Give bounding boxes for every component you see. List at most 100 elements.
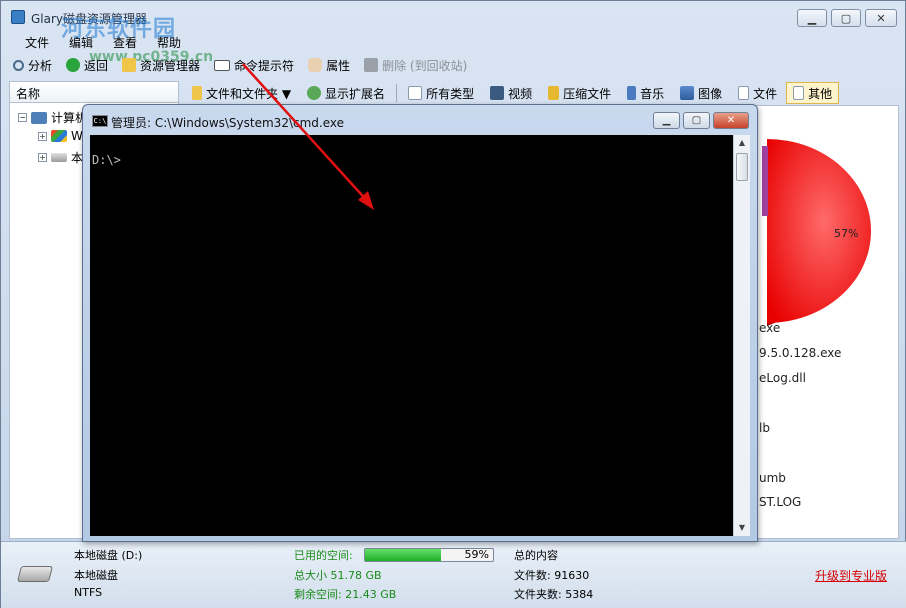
console-prompt: D:\> xyxy=(92,153,121,167)
blank-page-icon xyxy=(793,86,805,100)
trash-icon xyxy=(364,58,379,72)
file-list-item[interactable]: eLog.dll xyxy=(759,371,806,385)
back-arrow-icon xyxy=(66,58,81,72)
extension-icon xyxy=(307,86,322,100)
all-files-icon xyxy=(408,86,423,100)
cmd-minimize-button[interactable]: ▁ xyxy=(653,112,680,129)
maximize-button[interactable]: ▢ xyxy=(831,9,861,27)
show-extension-label: 显示扩展名 xyxy=(325,86,386,101)
filter-label: 压缩文件 xyxy=(563,86,612,101)
file-list-item[interactable]: lb xyxy=(759,421,770,435)
properties-button[interactable]: 属性 xyxy=(302,54,356,76)
menu-help[interactable]: 帮助 xyxy=(147,31,191,53)
free-space: 剩余空间: 21.43 GB xyxy=(294,588,397,601)
folder-search-icon xyxy=(122,58,137,72)
back-button[interactable]: 返回 xyxy=(60,54,114,76)
analyze-label: 分析 xyxy=(28,58,53,73)
analyze-button[interactable]: 分析 xyxy=(7,54,58,76)
show-extension-button[interactable]: 显示扩展名 xyxy=(300,82,392,104)
filter-document[interactable]: 文件 xyxy=(731,82,784,104)
cmd-window-controls: ▁ ▢ ✕ xyxy=(653,112,749,129)
minimize-button[interactable]: ▁ xyxy=(797,9,827,27)
computer-icon xyxy=(31,111,47,124)
pie-slice-accent xyxy=(762,146,768,216)
hard-drive-icon xyxy=(51,153,67,162)
filter-label: 图像 xyxy=(698,86,723,101)
console-icon: C:\ xyxy=(92,115,108,127)
scroll-up-icon[interactable]: ▲ xyxy=(734,135,750,151)
window-controls: ▁ ▢ ✕ xyxy=(797,9,897,27)
hand-icon xyxy=(308,58,323,72)
cmd-label: 命令提示符 xyxy=(234,58,295,73)
filter-video[interactable]: 视频 xyxy=(483,82,539,104)
total-size: 总大小 51.78 GB xyxy=(294,569,382,582)
separator xyxy=(396,84,398,102)
file-list-item[interactable]: exe xyxy=(759,321,780,335)
file-list-item[interactable]: umb xyxy=(759,471,786,485)
document-icon xyxy=(738,86,750,100)
menu-edit[interactable]: 编辑 xyxy=(59,31,103,53)
filter-label: 其他 xyxy=(808,86,833,101)
tree-item-drive-c[interactable]: + W xyxy=(38,129,83,143)
files-folders-dropdown[interactable]: 文件和文件夹 ▼ xyxy=(185,82,298,104)
filter-music[interactable]: 音乐 xyxy=(620,82,671,104)
filter-other[interactable]: 其他 xyxy=(786,82,840,104)
magnifier-icon xyxy=(13,59,24,71)
tree-item-computer[interactable]: − 计算机 xyxy=(18,109,87,126)
files-folders-label: 文件和文件夹 ▼ xyxy=(206,86,292,101)
back-label: 返回 xyxy=(84,58,109,73)
used-space-bar: 59% xyxy=(364,548,494,562)
used-space-label: 已用的空间: xyxy=(294,549,353,562)
file-list-item[interactable]: 9.5.0.128.exe xyxy=(759,346,841,360)
title-bar[interactable]: Glary磁盘资源管理器 ▁ ▢ ✕ xyxy=(1,1,905,31)
picture-icon xyxy=(680,86,695,100)
console-output[interactable]: D:\> xyxy=(90,135,733,536)
delete-label: 删除 (到回收站) xyxy=(382,58,468,73)
file-list-item[interactable]: ST.LOG xyxy=(759,495,801,509)
used-space-fill xyxy=(365,549,441,561)
file-system: NTFS xyxy=(74,586,103,599)
summary-title: 总的内容 xyxy=(514,549,558,562)
collapse-icon[interactable]: − xyxy=(18,113,27,122)
toolbar: 分析 返回 资源管理器 命令提示符 属性 删除 (到回收站) xyxy=(1,53,905,77)
tree-column-header[interactable]: 名称 xyxy=(9,81,179,103)
hard-drive-icon xyxy=(17,566,53,582)
filter-label: 视频 xyxy=(508,86,533,101)
filter-label: 所有类型 xyxy=(426,86,475,101)
scroll-down-icon[interactable]: ▼ xyxy=(734,520,750,536)
folders-icon xyxy=(192,86,202,100)
film-icon xyxy=(490,86,505,100)
archive-icon xyxy=(548,86,560,100)
menu-view[interactable]: 查看 xyxy=(103,31,147,53)
cmd-window[interactable]: C:\ 管理员: C:\Windows\System32\cmd.exe ▁ ▢… xyxy=(82,104,758,542)
cmd-button[interactable]: 命令提示符 xyxy=(208,54,300,76)
expand-icon[interactable]: + xyxy=(38,153,47,162)
file-count: 文件数: 91630 xyxy=(514,569,590,582)
filter-label: 音乐 xyxy=(640,86,665,101)
upgrade-link[interactable]: 升级到专业版 xyxy=(815,567,887,584)
close-button[interactable]: ✕ xyxy=(865,9,897,27)
properties-label: 属性 xyxy=(326,58,351,73)
app-icon xyxy=(11,10,25,24)
scroll-thumb[interactable] xyxy=(736,153,748,181)
console-scrollbar[interactable]: ▲ ▼ xyxy=(733,135,750,536)
filter-archive[interactable]: 压缩文件 xyxy=(541,82,618,104)
cmd-close-button[interactable]: ✕ xyxy=(713,112,749,129)
menu-file[interactable]: 文件 xyxy=(15,31,59,53)
tree-item-drive-d[interactable]: + 本 xyxy=(38,149,83,166)
explorer-button[interactable]: 资源管理器 xyxy=(116,54,206,76)
drive-name: 本地磁盘 (D:) xyxy=(74,549,143,562)
cmd-maximize-button[interactable]: ▢ xyxy=(683,112,710,129)
explorer-label: 资源管理器 xyxy=(140,58,201,73)
used-space-percent: 59% xyxy=(464,548,489,561)
console-icon xyxy=(214,59,231,71)
music-note-icon xyxy=(627,86,637,100)
filter-bar: 文件和文件夹 ▼ 显示扩展名 所有类型 视频 压缩文件 音乐 图像 文件 其他 xyxy=(181,81,899,105)
filter-image[interactable]: 图像 xyxy=(673,82,729,104)
drive-type: 本地磁盘 xyxy=(74,569,118,582)
status-bar: 本地磁盘 (D:) 本地磁盘 NTFS 已用的空间: 59% 总大小 51.78… xyxy=(1,541,906,608)
filter-all-types[interactable]: 所有类型 xyxy=(401,82,481,104)
delete-button[interactable]: 删除 (到回收站) xyxy=(358,54,473,76)
windows-drive-icon xyxy=(51,130,67,142)
expand-icon[interactable]: + xyxy=(38,131,47,141)
